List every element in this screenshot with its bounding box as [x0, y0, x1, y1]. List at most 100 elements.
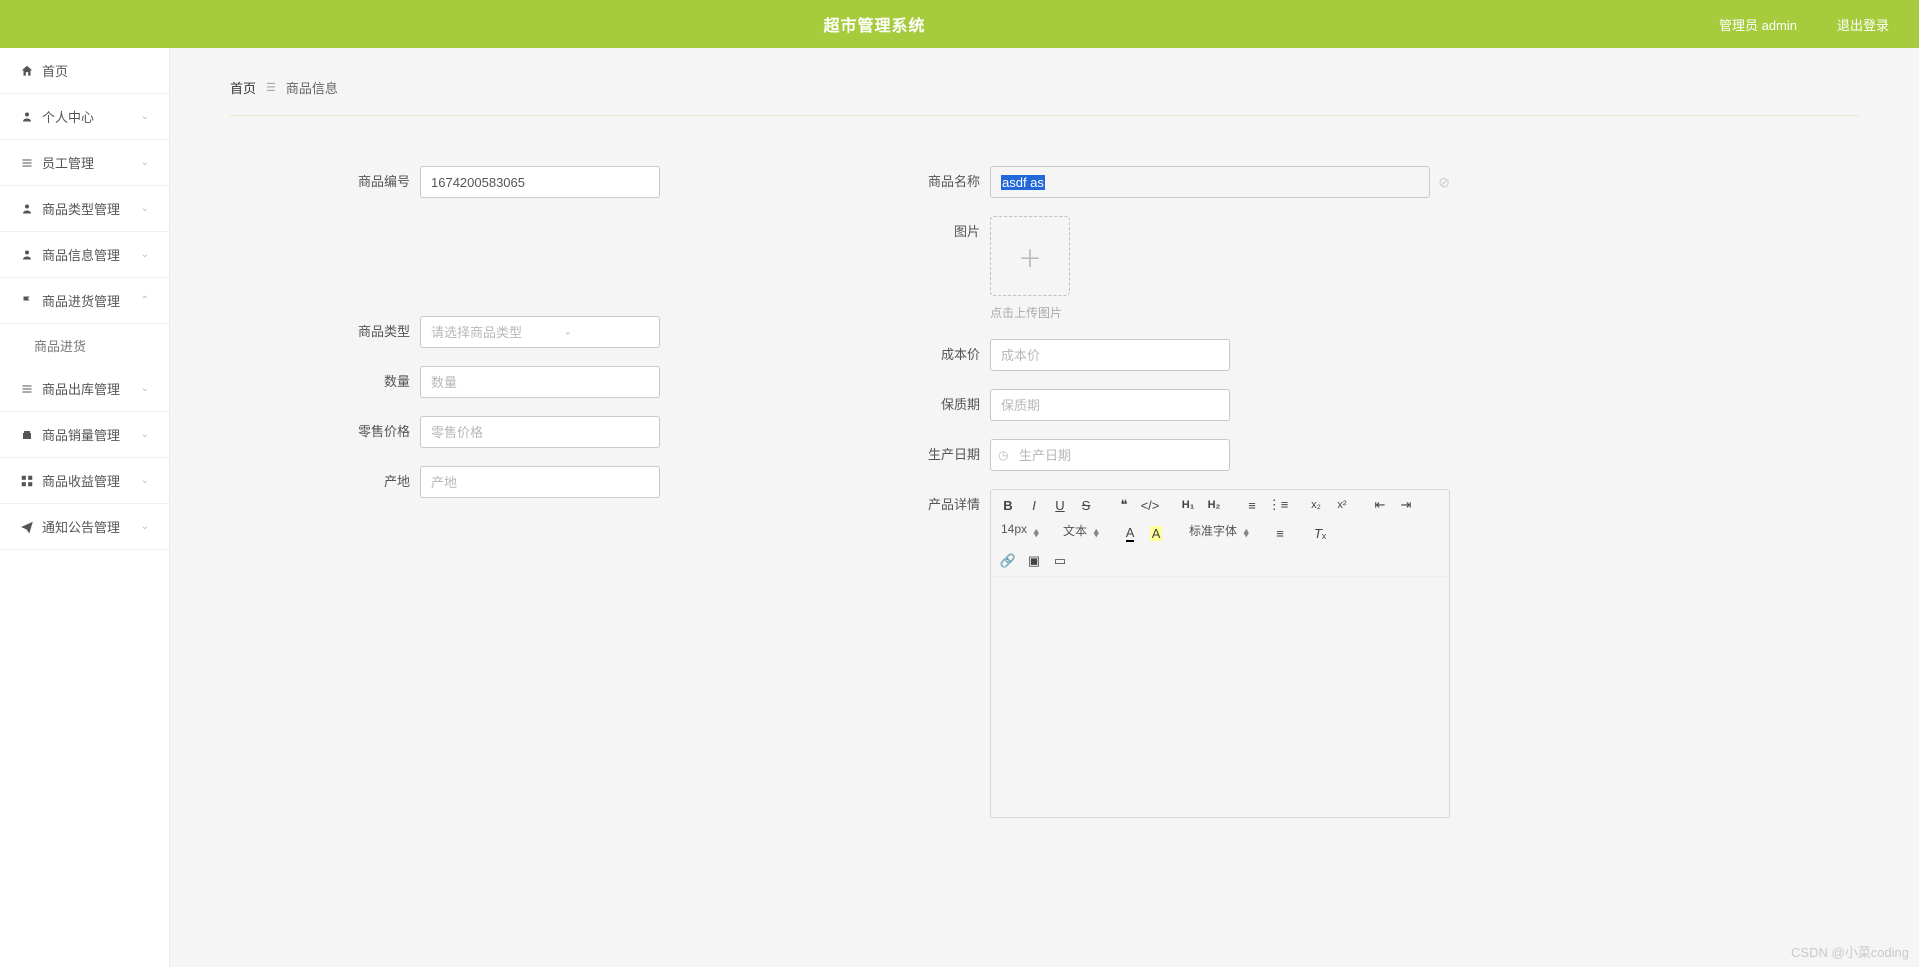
bold-button[interactable]: B [997, 494, 1019, 516]
editor-content[interactable] [991, 577, 1449, 817]
row-production-date: 生产日期 ◷ [920, 439, 1450, 471]
superscript-button[interactable]: x² [1331, 494, 1353, 516]
input-product-code[interactable] [420, 166, 660, 198]
font-size-select[interactable]: 14px [997, 522, 1041, 544]
row-product-detail: 产品详情 B I U S ❝ </> [920, 489, 1450, 818]
input-origin[interactable] [420, 466, 660, 498]
sidebar-item-product-info[interactable]: 商品信息管理 ⌄ [0, 232, 169, 278]
font-color-button[interactable]: A [1119, 522, 1141, 544]
user-icon [20, 110, 34, 124]
sidebar-item-label: 员工管理 [42, 153, 94, 172]
input-cost-price[interactable] [990, 339, 1230, 371]
watermark: CSDN @小菜coding [1791, 942, 1909, 961]
label-shelf-life: 保质期 [920, 389, 990, 421]
sidebar-item-label: 商品进货管理 [42, 291, 120, 310]
sidebar-item-label: 通知公告管理 [42, 517, 120, 536]
sidebar-item-label: 商品销量管理 [42, 425, 120, 444]
date-picker-production[interactable]: ◷ [990, 439, 1150, 471]
send-icon [20, 520, 34, 534]
align-button[interactable]: ≡ [1269, 522, 1291, 544]
row-cost-price: 成本价 [920, 339, 1450, 371]
sidebar-item-product-type[interactable]: 商品类型管理 ⌄ [0, 186, 169, 232]
outdent-button[interactable]: ⇤ [1369, 494, 1391, 516]
quote-button[interactable]: ❝ [1113, 494, 1135, 516]
sidebar-subitem-purchase[interactable]: 商品进货 [0, 324, 169, 366]
main-content: 首页 ☰ 商品信息 商品编号 商品类型 ⌄ 数量 [170, 48, 1919, 866]
chevron-down-icon: ⌄ [141, 383, 149, 394]
header-right: 管理员 admin 退出登录 [1719, 15, 1889, 34]
chevron-down-icon: ⌄ [141, 249, 149, 260]
grid-icon [20, 474, 34, 488]
block-type-select[interactable]: 文本 [1059, 522, 1101, 544]
chevron-down-icon: ⌄ [141, 157, 149, 168]
label-product-name: 商品名称 [920, 166, 990, 198]
sidebar-item-home[interactable]: 首页 [0, 48, 169, 94]
breadcrumb-sep-icon: ☰ [266, 81, 276, 94]
chevron-down-icon: ⌄ [564, 327, 572, 338]
chevron-down-icon: ⌄ [141, 521, 149, 532]
h2-button[interactable]: H₂ [1203, 494, 1225, 516]
video-button[interactable]: ▭ [1049, 550, 1071, 572]
clear-icon[interactable]: ⊘ [1438, 174, 1450, 191]
admin-link[interactable]: 管理员 admin [1719, 15, 1797, 34]
input-shelf-life[interactable] [990, 389, 1230, 421]
sidebar-item-sales[interactable]: 商品销量管理 ⌄ [0, 412, 169, 458]
logout-link[interactable]: 退出登录 [1837, 15, 1889, 34]
select-product-type-display[interactable] [420, 316, 660, 348]
breadcrumb-current: 商品信息 [286, 78, 338, 97]
sidebar-item-label: 商品出库管理 [42, 379, 120, 398]
input-production-date[interactable] [990, 439, 1230, 471]
sidebar-item-label: 商品类型管理 [42, 199, 120, 218]
sidebar-item-revenue[interactable]: 商品收益管理 ⌄ [0, 458, 169, 504]
sidebar: 首页 个人中心 ⌄ 员工管理 ⌄ 商品类型管理 ⌄ 商品信息管理 ⌄ 商品进货管… [0, 48, 170, 967]
input-product-name[interactable]: asdf as [990, 166, 1430, 198]
code-button[interactable]: </> [1139, 494, 1161, 516]
chevron-down-icon: ⌄ [141, 203, 149, 214]
form: 商品编号 商品类型 ⌄ 数量 零售价格 [350, 166, 1450, 836]
select-product-type[interactable]: ⌄ [420, 316, 580, 348]
input-quantity[interactable] [420, 366, 660, 398]
highlight-button[interactable]: A [1145, 522, 1167, 544]
chevron-down-icon: ⌄ [141, 429, 149, 440]
h1-button[interactable]: H₁ [1177, 494, 1199, 516]
app-title: 超市管理系统 [30, 12, 1719, 36]
user-icon [20, 202, 34, 216]
breadcrumb-home[interactable]: 首页 [230, 78, 256, 97]
strikethrough-button[interactable]: S [1075, 494, 1097, 516]
underline-button[interactable]: U [1049, 494, 1071, 516]
font-family-select[interactable]: 标准字体 [1185, 522, 1251, 544]
chevron-up-icon: ⌃ [141, 295, 149, 306]
form-left-column: 商品编号 商品类型 ⌄ 数量 零售价格 [350, 166, 860, 836]
unordered-list-button[interactable]: ⋮≡ [1267, 494, 1289, 516]
input-retail-price[interactable] [420, 416, 660, 448]
link-button[interactable]: 🔗 [997, 550, 1019, 572]
label-origin: 产地 [350, 466, 420, 498]
row-product-type: 商品类型 ⌄ [350, 316, 860, 348]
ordered-list-button[interactable]: ≡ [1241, 494, 1263, 516]
image-button[interactable]: ▣ [1023, 550, 1045, 572]
row-quantity: 数量 [350, 366, 860, 398]
header: 超市管理系统 管理员 admin 退出登录 [0, 0, 1919, 48]
clock-icon: ◷ [998, 448, 1008, 462]
label-product-type: 商品类型 [350, 316, 420, 348]
sidebar-item-outbound[interactable]: 商品出库管理 ⌄ [0, 366, 169, 412]
label-cost-price: 成本价 [920, 339, 990, 371]
sidebar-item-staff[interactable]: 员工管理 ⌄ [0, 140, 169, 186]
label-product-code: 商品编号 [350, 166, 420, 198]
box-icon [20, 428, 34, 442]
sidebar-item-purchase[interactable]: 商品进货管理 ⌃ [0, 278, 169, 324]
upload-image-button[interactable]: ＋ [990, 216, 1070, 296]
indent-button[interactable]: ⇥ [1395, 494, 1417, 516]
sidebar-item-notice[interactable]: 通知公告管理 ⌄ [0, 504, 169, 550]
label-image: 图片 [920, 216, 990, 248]
sidebar-subitem-label: 商品进货 [34, 336, 86, 355]
row-product-code: 商品编号 [350, 166, 860, 198]
italic-button[interactable]: I [1023, 494, 1045, 516]
row-retail-price: 零售价格 [350, 416, 860, 448]
clear-format-button[interactable]: Tₓ [1309, 522, 1331, 544]
sidebar-item-profile[interactable]: 个人中心 ⌄ [0, 94, 169, 140]
subscript-button[interactable]: x₂ [1305, 494, 1327, 516]
input-product-name-value: asdf as [1001, 175, 1045, 190]
rich-text-editor: B I U S ❝ </> H₁ H₂ ≡ [990, 489, 1450, 818]
chevron-down-icon: ⌄ [141, 475, 149, 486]
